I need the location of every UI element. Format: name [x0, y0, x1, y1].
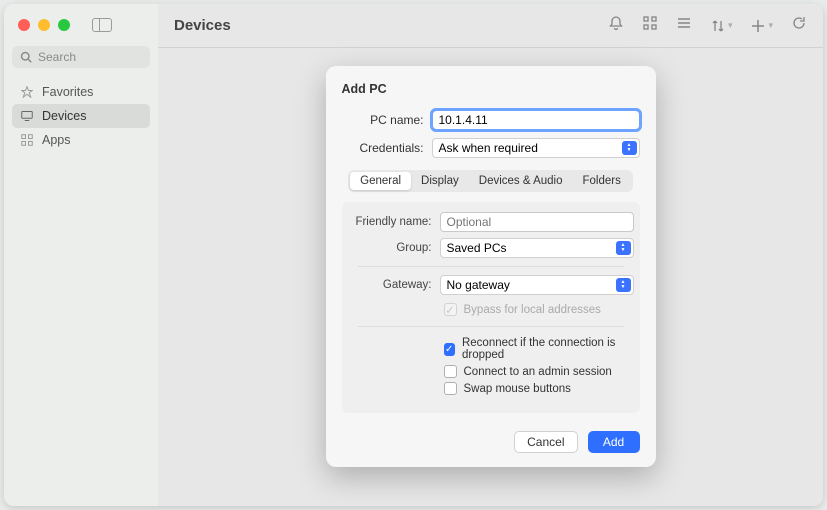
stepper-icon: ▲▼	[622, 141, 637, 155]
sidebar-item-apps[interactable]: Apps	[12, 128, 150, 152]
sidebar-label: Devices	[42, 109, 86, 123]
gateway-select[interactable]: No gateway ▲▼	[440, 275, 634, 295]
group-select[interactable]: Saved PCs ▲▼	[440, 238, 634, 258]
search-placeholder: Search	[38, 50, 76, 64]
star-icon	[20, 85, 34, 99]
cancel-button[interactable]: Cancel	[514, 431, 577, 453]
toggle-sidebar-icon[interactable]	[92, 18, 112, 32]
tab-devices-audio[interactable]: Devices & Audio	[469, 172, 573, 190]
app-window: Search Favorites Devices Apps Devices	[4, 4, 823, 506]
swap-mouse-checkbox[interactable]	[444, 382, 457, 395]
reconnect-checkbox[interactable]: ✓	[444, 343, 455, 356]
minimize-window-button[interactable]	[38, 19, 50, 31]
credentials-value: Ask when required	[439, 141, 538, 155]
main-content: Devices ▾ ▾ through ccount Add PC PC nam…	[158, 4, 823, 506]
add-pc-dialog: Add PC PC name: Credentials: Ask when re…	[326, 66, 656, 467]
tab-display[interactable]: Display	[411, 172, 469, 190]
stepper-icon: ▲▼	[616, 241, 631, 255]
window-controls	[12, 14, 150, 46]
bypass-checkbox: ✓	[444, 303, 457, 316]
dialog-title: Add PC	[342, 82, 640, 96]
group-label: Group:	[348, 242, 432, 254]
friendly-name-input[interactable]	[440, 212, 634, 232]
bypass-label: Bypass for local addresses	[464, 304, 601, 316]
swap-mouse-label: Swap mouse buttons	[464, 383, 571, 395]
reconnect-label: Reconnect if the connection is dropped	[462, 337, 634, 361]
sidebar-item-devices[interactable]: Devices	[12, 104, 150, 128]
tab-folders[interactable]: Folders	[573, 172, 631, 190]
stepper-icon: ▲▼	[616, 278, 631, 292]
sidebar-item-favorites[interactable]: Favorites	[12, 80, 150, 104]
gateway-value: No gateway	[447, 278, 510, 292]
pc-name-input[interactable]	[432, 110, 640, 130]
sidebar-label: Favorites	[42, 85, 93, 99]
credentials-select[interactable]: Ask when required ▲▼	[432, 138, 640, 158]
general-panel: Friendly name: Group: Saved PCs ▲▼	[342, 202, 640, 413]
search-icon	[20, 51, 32, 63]
sidebar: Search Favorites Devices Apps	[4, 4, 158, 506]
credentials-label: Credentials:	[342, 141, 424, 155]
friendly-name-label: Friendly name:	[348, 216, 432, 228]
divider	[358, 266, 624, 267]
close-window-button[interactable]	[18, 19, 30, 31]
grid-icon	[20, 133, 34, 147]
sidebar-search[interactable]: Search	[12, 46, 150, 68]
gateway-label: Gateway:	[348, 279, 432, 291]
admin-session-label: Connect to an admin session	[464, 366, 612, 378]
tab-general[interactable]: General	[350, 172, 411, 190]
modal-overlay: Add PC PC name: Credentials: Ask when re…	[158, 4, 823, 506]
divider	[358, 326, 624, 327]
sidebar-label: Apps	[42, 133, 71, 147]
group-value: Saved PCs	[447, 241, 507, 255]
pc-name-label: PC name:	[342, 113, 424, 127]
add-button[interactable]: Add	[588, 431, 640, 453]
zoom-window-button[interactable]	[58, 19, 70, 31]
dialog-footer: Cancel Add	[342, 431, 640, 453]
dialog-tabs: General Display Devices & Audio Folders	[348, 170, 633, 192]
monitor-icon	[20, 109, 34, 123]
admin-session-checkbox[interactable]	[444, 365, 457, 378]
